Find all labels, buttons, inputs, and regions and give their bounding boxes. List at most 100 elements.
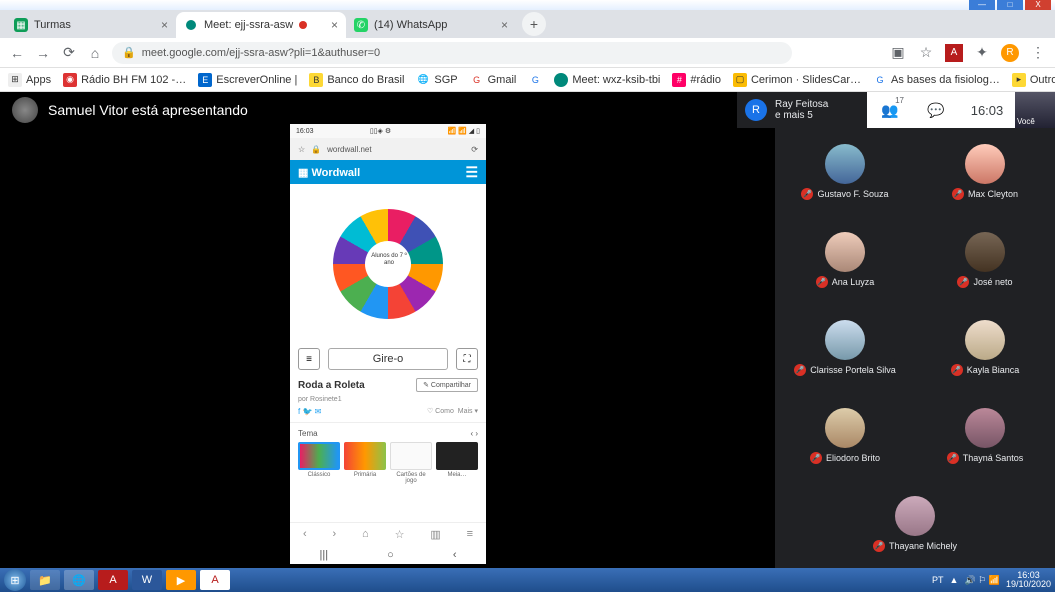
url-text: meet.google.com/ejj-ssra-asw?pli=1&authu…: [142, 47, 380, 59]
bookmark-item[interactable]: EEscreverOnline |: [198, 73, 297, 87]
new-tab-button[interactable]: +: [522, 12, 546, 36]
taskbar-explorer-icon[interactable]: 📁: [30, 570, 60, 590]
bookmark-item[interactable]: ◉Rádio BH FM 102 -…: [63, 73, 186, 87]
start-button[interactable]: ⊞: [4, 569, 26, 591]
taskbar-autocad-icon[interactable]: A: [200, 570, 230, 590]
window-close[interactable]: X: [1025, 0, 1051, 10]
tab-meet[interactable]: Meet: ejj-ssra-asw ×: [176, 12, 346, 38]
nav-back-icon[interactable]: ←: [8, 45, 26, 61]
favicon-classroom-icon: ▦: [14, 18, 28, 32]
bookmark-item[interactable]: GGmail: [470, 73, 517, 87]
nav-home-icon[interactable]: ⌂: [86, 45, 104, 61]
avatar-icon: [825, 320, 865, 360]
muted-mic-icon: 🎤: [816, 276, 828, 288]
participant-tile[interactable]: 🎤Thayane Michely: [873, 480, 957, 568]
wheel-icon: Alunos do 7 º ano: [333, 209, 443, 319]
meet-main: Samuel Vitor está apresentando R Ray Fei…: [0, 92, 1055, 568]
participant-tile[interactable]: 🎤Thayná Santos: [915, 392, 1055, 480]
bookmark-item[interactable]: ▢Cerimon · SlidesCar…: [733, 73, 861, 87]
window-maximize[interactable]: □: [997, 0, 1023, 10]
apps-button[interactable]: ⊞Apps: [8, 73, 51, 87]
self-view[interactable]: Você: [1015, 92, 1055, 128]
pinned-name: Ray Feitosa: [775, 99, 828, 110]
other-bookmarks[interactable]: ▸Outros favoritos: [1012, 73, 1055, 87]
url-bar: ← → ⟳ ⌂ 🔒 meet.google.com/ejj-ssra-asw?p…: [0, 38, 1055, 68]
pinned-avatar-icon: R: [745, 99, 767, 121]
bookmark-item[interactable]: BBanco do Brasil: [309, 73, 404, 87]
tab-close-icon[interactable]: ×: [331, 18, 338, 32]
hamburger-icon: ☰: [465, 164, 478, 181]
bookmark-star-icon[interactable]: ☆: [917, 44, 935, 61]
chat-icon: 💬: [927, 102, 944, 119]
lock-icon: 🔒: [311, 145, 321, 154]
recording-indicator-icon: [299, 21, 307, 29]
chat-button[interactable]: 💬: [913, 92, 959, 128]
windows-taskbar: ⊞ 📁 🌐 A W ▶ A PT ▲ 🔊 ⚐ 📶 16:03 19/10/202…: [0, 568, 1055, 592]
tab-close-icon[interactable]: ×: [161, 18, 168, 32]
taskbar-media-icon[interactable]: ▶: [166, 570, 196, 590]
taskbar-chrome-icon[interactable]: 🌐: [64, 570, 94, 590]
tab-whatsapp[interactable]: ✆ (14) WhatsApp ×: [346, 12, 516, 38]
activity-author: por Rosinete1: [290, 396, 486, 407]
lock-icon: 🔒: [122, 46, 136, 59]
reload-icon: ⟳: [471, 145, 478, 154]
taskbar-pdf-icon[interactable]: A: [98, 570, 128, 590]
avatar-icon: [825, 144, 865, 184]
address-bar[interactable]: 🔒 meet.google.com/ejj-ssra-asw?pli=1&aut…: [112, 42, 792, 64]
muted-mic-icon: 🎤: [801, 188, 813, 200]
nav-forward-icon[interactable]: →: [34, 45, 52, 61]
tray-language[interactable]: PT: [932, 575, 944, 585]
tab-label: (14) WhatsApp: [374, 19, 447, 31]
participant-tile[interactable]: 🎤Eliodoro Brito: [775, 392, 915, 480]
cast-icon[interactable]: ▣: [889, 44, 907, 61]
muted-mic-icon: 🎤: [951, 364, 963, 376]
bookmark-item[interactable]: GAs bases da fisiolog…: [873, 73, 1000, 87]
tray-clock[interactable]: 16:03 19/10/2020: [1006, 571, 1051, 589]
people-count: 17: [895, 96, 904, 105]
tray-icons[interactable]: 🔊 ⚐ 📶: [964, 575, 999, 586]
system-tray[interactable]: PT ▲ 🔊 ⚐ 📶 16:03 19/10/2020: [932, 571, 1051, 589]
avatar-icon: [965, 408, 1005, 448]
participant-tile[interactable]: 🎤Clarisse Portela Silva: [775, 304, 915, 392]
wordwall-logo: ▦ Wordwall: [298, 166, 360, 179]
activity-title: Roda a Roleta: [298, 380, 365, 391]
participant-tile[interactable]: 🎤Max Cleyton: [915, 128, 1055, 216]
pdf-extension-icon[interactable]: A: [945, 44, 963, 62]
tab-turmas[interactable]: ▦ Turmas ×: [6, 12, 176, 38]
pinned-more: e mais 5: [775, 110, 828, 121]
bookmarks-bar: ⊞Apps ◉Rádio BH FM 102 -… EEscreverOnlin…: [0, 68, 1055, 92]
tab-close-icon[interactable]: ×: [501, 18, 508, 32]
participant-tile[interactable]: 🎤Ana Luyza: [775, 216, 915, 304]
window-titlebar: — □ X: [0, 0, 1055, 10]
people-button[interactable]: 👥 17: [867, 92, 913, 128]
profile-avatar-icon[interactable]: R: [1001, 44, 1019, 62]
participants-grid: 🎤Gustavo F. Souza 🎤Max Cleyton 🎤Ana Luyz…: [775, 128, 1055, 568]
participant-tile[interactable]: 🎤José neto: [915, 216, 1055, 304]
pinned-participant[interactable]: R Ray Feitosa e mais 5: [737, 92, 867, 128]
tab-label: Turmas: [34, 19, 71, 31]
bookmark-item[interactable]: Meet: wxz-ksib-tbi: [554, 73, 660, 87]
avatar-icon: [965, 320, 1005, 360]
avatar-icon: [965, 232, 1005, 272]
avatar-icon: [895, 496, 935, 536]
taskbar-word-icon[interactable]: W: [132, 570, 162, 590]
avatar-icon: [825, 408, 865, 448]
tray-up-icon[interactable]: ▲: [950, 575, 959, 585]
wheel-center-label: Alunos do 7 º ano: [369, 253, 409, 266]
nav-reload-icon[interactable]: ⟳: [60, 44, 78, 61]
bookmark-item[interactable]: ##rádio: [672, 73, 721, 87]
shared-screen: 16:03 ▯▯◈ ⚙ 📶 📶 ◢ ▯ ☆ 🔒 wordwall.net ⟳ ▦…: [290, 124, 486, 564]
participant-tile[interactable]: 🎤Gustavo F. Souza: [775, 128, 915, 216]
bookmark-item[interactable]: 🌐SGP: [416, 73, 457, 87]
bookmark-item[interactable]: G: [528, 73, 542, 87]
participant-tile[interactable]: 🎤Kayla Bianca: [915, 304, 1055, 392]
menu-dots-icon[interactable]: ⋮: [1029, 44, 1047, 61]
share-button: ✎ Compartilhar: [416, 378, 478, 392]
meet-top-controls: R Ray Feitosa e mais 5 👥 17 💬 16:03 Você: [737, 92, 1055, 128]
window-minimize[interactable]: —: [969, 0, 995, 10]
extensions-puzzle-icon[interactable]: ✦: [973, 44, 991, 61]
muted-mic-icon: 🎤: [873, 540, 885, 552]
muted-mic-icon: 🎤: [810, 452, 822, 464]
spin-row: ≡ Gire-o ⛶: [290, 344, 486, 374]
phone-statusbar: 16:03 ▯▯◈ ⚙ 📶 📶 ◢ ▯: [290, 124, 486, 138]
